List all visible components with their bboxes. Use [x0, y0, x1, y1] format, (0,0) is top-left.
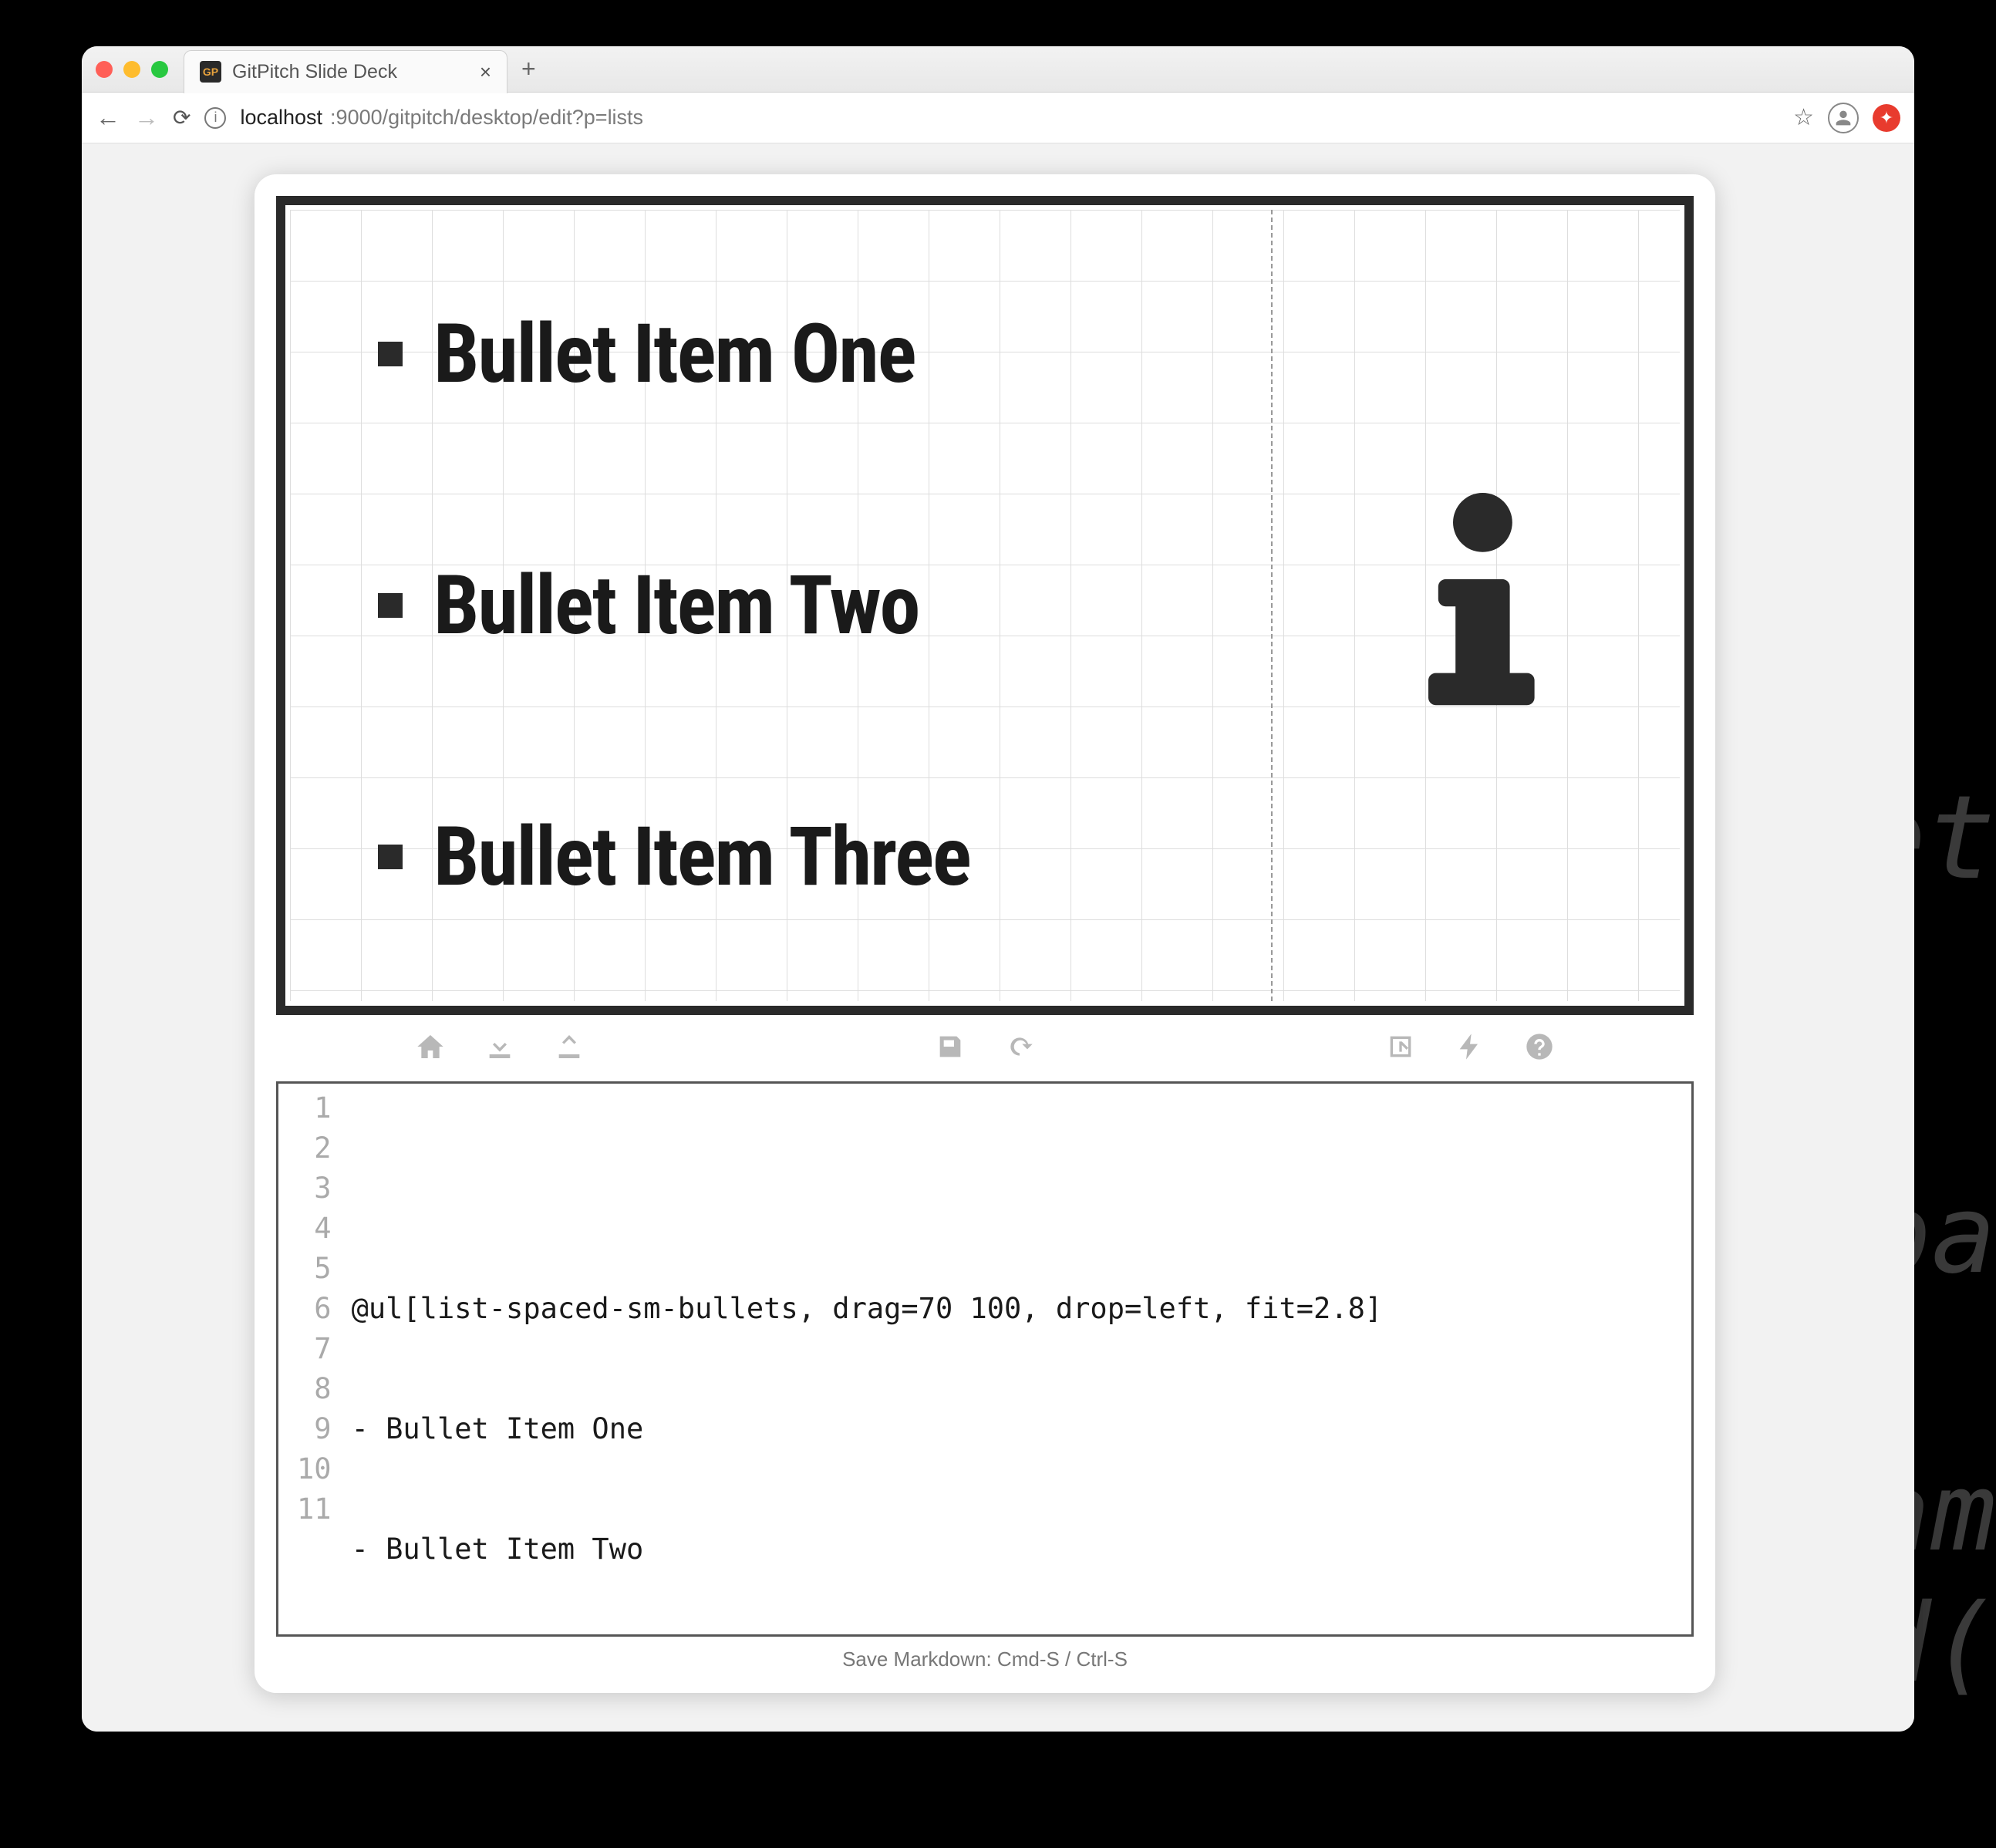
info-icon — [1416, 488, 1539, 723]
refresh-button[interactable] — [1004, 1031, 1035, 1066]
new-tab-button[interactable]: + — [521, 55, 536, 83]
slide-right-region — [1271, 205, 1684, 1006]
help-button[interactable] — [1524, 1031, 1555, 1066]
code-content[interactable]: @ul[list-spaced-sm-bullets, drag=70 100,… — [341, 1084, 1394, 1634]
address-bar[interactable]: localhost :9000/gitpitch/desktop/edit?p=l… — [240, 106, 1779, 130]
editor-panel: Bullet Item One Bullet Item Two Bullet I… — [255, 174, 1715, 1693]
code-line[interactable] — [352, 1168, 1383, 1209]
bullet-item: Bullet Item One — [378, 306, 1240, 402]
site-info-icon[interactable]: i — [204, 107, 226, 129]
url-path: :9000/gitpitch/desktop/edit?p=lists — [330, 106, 643, 130]
bullet-text: Bullet Item One — [433, 306, 915, 402]
maximize-window-button[interactable] — [151, 61, 168, 78]
bullet-item: Bullet Item Two — [378, 558, 1240, 653]
browser-toolbar: ← → ⟳ i localhost :9000/gitpitch/desktop/… — [82, 93, 1914, 143]
bullet-marker-icon — [378, 845, 403, 869]
markdown-editor[interactable]: 1234567891011 @ul[list-spaced-sm-bullets… — [276, 1081, 1694, 1637]
bullet-item: Bullet Item Three — [378, 809, 1240, 905]
bullet-text: Bullet Item Three — [433, 809, 970, 905]
upload-button[interactable] — [554, 1031, 585, 1066]
bullet-marker-icon — [378, 342, 403, 366]
browser-window: GP GitPitch Slide Deck × + ← → ⟳ i local… — [82, 46, 1914, 1732]
status-bar: Save Markdown: Cmd-S / Ctrl-S — [276, 1637, 1694, 1671]
forward-button[interactable]: → — [134, 103, 159, 132]
slide-preview: Bullet Item One Bullet Item Two Bullet I… — [276, 196, 1694, 1015]
tab-title: GitPitch Slide Deck — [232, 61, 469, 83]
extension-badge-icon[interactable]: ✦ — [1873, 104, 1900, 132]
code-line[interactable]: - Bullet Item One — [352, 1409, 1383, 1449]
minimize-window-button[interactable] — [123, 61, 140, 78]
bullet-marker-icon — [378, 593, 403, 618]
bookmark-star-icon[interactable]: ☆ — [1793, 104, 1814, 131]
browser-titlebar: GP GitPitch Slide Deck × + — [82, 46, 1914, 93]
code-line[interactable]: @ul[list-spaced-sm-bullets, drag=70 100,… — [352, 1289, 1383, 1329]
bolt-button[interactable] — [1455, 1031, 1485, 1066]
tab-close-icon[interactable]: × — [480, 60, 491, 84]
expand-button[interactable] — [1385, 1031, 1416, 1066]
page-content: Bullet Item One Bullet Item Two Bullet I… — [82, 143, 1914, 1732]
profile-avatar-icon[interactable] — [1828, 103, 1859, 133]
browser-tab[interactable]: GP GitPitch Slide Deck × — [184, 50, 507, 93]
home-button[interactable] — [415, 1031, 446, 1066]
save-button[interactable] — [935, 1031, 966, 1066]
back-button[interactable]: ← — [96, 103, 120, 132]
editor-toolbar — [276, 1015, 1694, 1081]
code-line[interactable]: - Bullet Item Two — [352, 1529, 1383, 1570]
window-controls — [96, 61, 168, 78]
tab-favicon: GP — [200, 61, 221, 83]
slide-left-region: Bullet Item One Bullet Item Two Bullet I… — [285, 205, 1271, 1006]
url-host: localhost — [240, 106, 322, 130]
reload-button[interactable]: ⟳ — [173, 105, 190, 130]
line-gutter: 1234567891011 — [278, 1084, 341, 1634]
download-button[interactable] — [484, 1031, 515, 1066]
close-window-button[interactable] — [96, 61, 113, 78]
bullet-text: Bullet Item Two — [433, 558, 919, 653]
